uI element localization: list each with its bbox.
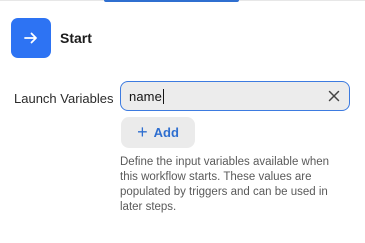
add-variable-label: Add [153,125,179,140]
launch-variable-input[interactable]: name [120,81,350,111]
plus-icon: + [137,121,148,142]
node-title: Start [60,30,92,46]
start-node-icon [11,18,51,58]
arrow-right-icon [24,32,37,44]
launch-variables-help-text: Define the input variables available whe… [120,156,330,213]
node-header: Start [11,18,92,58]
active-tab-indicator [104,0,239,2]
clear-button[interactable] [326,88,342,104]
text-caret [162,88,164,104]
launch-variables-label: Launch Variables [14,91,114,106]
close-icon [328,90,340,102]
add-variable-button[interactable]: + Add [121,117,195,148]
launch-variable-value[interactable]: name [129,89,162,104]
